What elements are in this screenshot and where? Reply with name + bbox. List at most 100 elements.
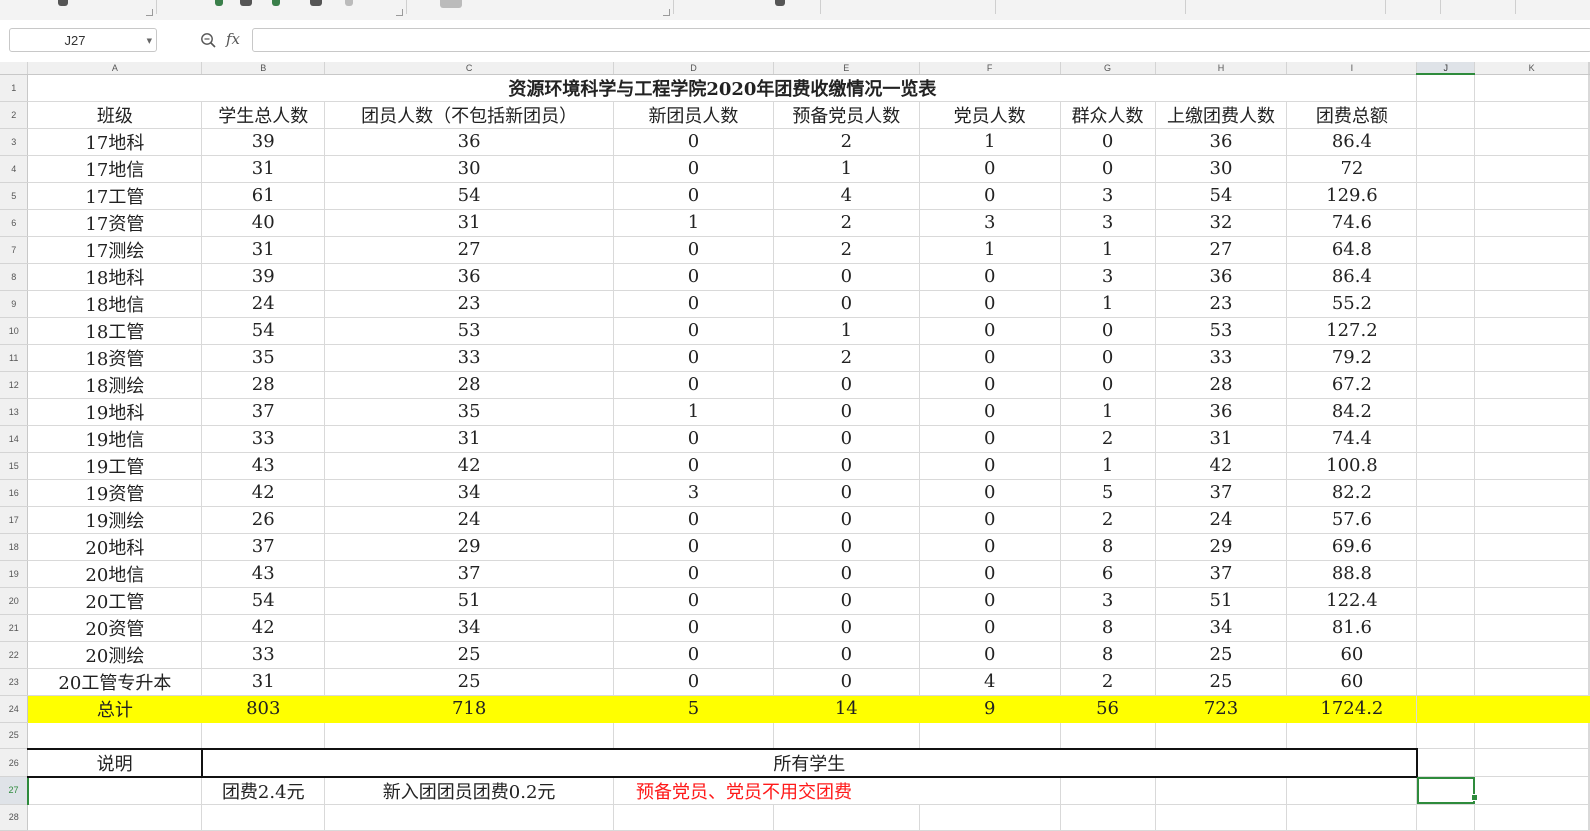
data-cell[interactable]: 0: [613, 425, 774, 453]
empty-cell[interactable]: [1416, 128, 1476, 156]
data-cell[interactable]: 5: [1060, 479, 1156, 507]
empty-cell[interactable]: [1588, 317, 1590, 345]
empty-cell[interactable]: [1474, 452, 1589, 480]
data-cell[interactable]: 37: [324, 560, 615, 588]
data-cell[interactable]: 1: [1060, 290, 1156, 318]
data-cell[interactable]: 25: [324, 641, 615, 669]
data-cell[interactable]: 0: [1060, 344, 1156, 372]
empty-cell[interactable]: [1155, 776, 1288, 805]
data-cell[interactable]: 29: [1155, 533, 1288, 561]
empty-cell[interactable]: [1474, 398, 1589, 426]
data-cell[interactable]: 37: [1155, 560, 1288, 588]
header-cell[interactable]: 上缴团费人数: [1155, 101, 1288, 129]
empty-cell[interactable]: [1416, 804, 1476, 831]
data-cell[interactable]: 0: [613, 290, 774, 318]
data-cell[interactable]: 36: [1155, 263, 1288, 291]
row-header[interactable]: 12: [0, 371, 29, 399]
empty-cell[interactable]: [1474, 182, 1589, 210]
class-name-cell[interactable]: 17测绘: [27, 236, 203, 264]
empty-cell[interactable]: [1588, 533, 1590, 561]
data-cell[interactable]: 61: [201, 182, 326, 210]
data-cell[interactable]: 25: [324, 668, 615, 696]
class-name-cell[interactable]: 17地信: [27, 155, 203, 183]
class-name-cell[interactable]: 19资管: [27, 479, 203, 507]
empty-cell[interactable]: [1474, 776, 1589, 805]
row-header[interactable]: 11: [0, 344, 29, 372]
empty-cell[interactable]: [1588, 290, 1590, 318]
class-name-cell[interactable]: 18地科: [27, 263, 203, 291]
empty-cell[interactable]: [1474, 209, 1589, 237]
column-header-f[interactable]: F: [919, 62, 1061, 75]
empty-cell[interactable]: [1286, 722, 1418, 750]
class-name-cell[interactable]: 20资管: [27, 614, 203, 642]
header-cell[interactable]: 团费总额: [1286, 101, 1418, 129]
ribbon-icon[interactable]: [440, 0, 462, 8]
row-header[interactable]: 28: [0, 804, 29, 831]
note-label-cell[interactable]: 说明: [27, 747, 203, 778]
data-cell[interactable]: 0: [613, 182, 774, 210]
data-cell[interactable]: 0: [919, 506, 1061, 534]
data-cell[interactable]: 2: [773, 236, 920, 264]
empty-cell[interactable]: [613, 804, 774, 831]
empty-cell[interactable]: [1474, 236, 1589, 264]
empty-cell[interactable]: [1474, 479, 1589, 507]
empty-cell[interactable]: [1060, 804, 1156, 831]
data-cell[interactable]: 0: [773, 587, 920, 615]
empty-cell[interactable]: [1474, 101, 1589, 129]
empty-cell[interactable]: [1588, 695, 1590, 723]
data-cell[interactable]: 26: [201, 506, 326, 534]
data-cell[interactable]: 0: [919, 182, 1061, 210]
data-cell[interactable]: 0: [919, 263, 1061, 291]
ribbon-icon[interactable]: [345, 0, 353, 6]
empty-cell[interactable]: [1588, 614, 1590, 642]
data-cell[interactable]: 1: [1060, 398, 1156, 426]
data-cell[interactable]: 27: [1155, 236, 1288, 264]
total-cell[interactable]: 14: [773, 695, 920, 723]
empty-cell[interactable]: [1474, 560, 1589, 588]
column-header-i[interactable]: I: [1286, 62, 1418, 75]
empty-cell[interactable]: [1588, 101, 1590, 129]
empty-cell[interactable]: [1474, 748, 1589, 778]
empty-cell[interactable]: [1588, 344, 1590, 372]
data-cell[interactable]: 37: [1155, 479, 1288, 507]
data-cell[interactable]: 34: [324, 479, 615, 507]
empty-cell[interactable]: [1588, 209, 1590, 237]
empty-cell[interactable]: [1416, 452, 1476, 480]
header-cell[interactable]: 班级: [27, 101, 203, 129]
data-cell[interactable]: 2: [1060, 506, 1156, 534]
data-cell[interactable]: 0: [773, 641, 920, 669]
data-cell[interactable]: 37: [201, 533, 326, 561]
data-cell[interactable]: 35: [201, 344, 326, 372]
note-fee-cell[interactable]: 团费2.4元: [201, 776, 326, 805]
empty-cell[interactable]: [1588, 722, 1590, 750]
data-cell[interactable]: 31: [201, 236, 326, 264]
data-cell[interactable]: 72: [1286, 155, 1418, 183]
data-cell[interactable]: 51: [1155, 587, 1288, 615]
data-cell[interactable]: 24: [1155, 506, 1288, 534]
total-cell[interactable]: 723: [1155, 695, 1288, 723]
empty-cell[interactable]: [1588, 128, 1590, 156]
empty-cell[interactable]: [1416, 290, 1476, 318]
empty-cell[interactable]: [1474, 317, 1589, 345]
row-header[interactable]: 24: [0, 695, 29, 723]
empty-cell[interactable]: [1588, 587, 1590, 615]
data-cell[interactable]: 3: [613, 479, 774, 507]
data-cell[interactable]: 33: [201, 641, 326, 669]
column-header-b[interactable]: B: [201, 62, 326, 75]
data-cell[interactable]: 2: [773, 128, 920, 156]
class-name-cell[interactable]: 18地信: [27, 290, 203, 318]
data-cell[interactable]: 0: [1060, 155, 1156, 183]
ribbon-icon[interactable]: [272, 0, 280, 6]
row-header[interactable]: 25: [0, 722, 29, 750]
group-launcher-icon[interactable]: [396, 9, 403, 16]
data-cell[interactable]: 0: [919, 452, 1061, 480]
empty-cell[interactable]: [1474, 344, 1589, 372]
data-cell[interactable]: 127.2: [1286, 317, 1418, 345]
data-cell[interactable]: 0: [613, 371, 774, 399]
class-name-cell[interactable]: 20地信: [27, 560, 203, 588]
data-cell[interactable]: 33: [201, 425, 326, 453]
empty-cell[interactable]: [1474, 506, 1589, 534]
data-cell[interactable]: 0: [773, 425, 920, 453]
spreadsheet-grid[interactable]: A B C D E F G H I J K 1 资源环境科学与工程学院2020年团费收缴情况一览表 2 班级…: [0, 62, 1590, 831]
data-cell[interactable]: 0: [773, 533, 920, 561]
